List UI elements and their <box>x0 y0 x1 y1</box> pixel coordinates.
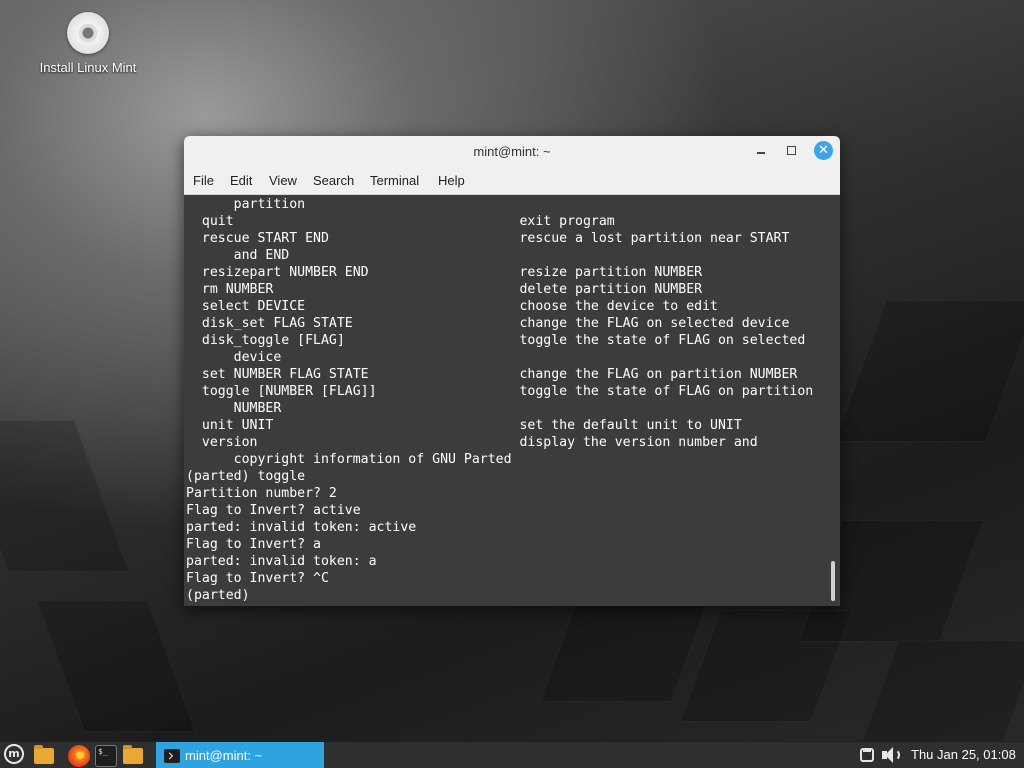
terminal-line: disk_toggle [FLAG] toggle the state of F… <box>186 333 806 348</box>
menu-help[interactable]: Help <box>438 173 465 188</box>
terminal-line: and END <box>186 248 290 263</box>
taskbar-window-item[interactable]: mint@mint: ~ <box>156 742 324 768</box>
window-titlebar[interactable]: mint@mint: ~ ✕ <box>184 136 840 166</box>
terminal-line: parted: invalid token: active <box>186 520 417 535</box>
terminal-line: toggle [NUMBER [FLAG]] toggle the state … <box>186 384 814 399</box>
terminal-line: rescue START END rescue a lost partition… <box>186 231 790 246</box>
terminal-lines: partition quit exit program rescue START… <box>186 196 813 604</box>
background-tile <box>539 590 713 702</box>
terminal-window[interactable]: mint@mint: ~ ✕ File Edit View Search Ter… <box>184 136 840 606</box>
clock[interactable]: Thu Jan 25, 01:08 <box>911 747 1016 762</box>
terminal-line: rm NUMBER delete partition NUMBER <box>186 282 703 297</box>
background-tile <box>35 600 197 732</box>
desktop-icon-label: Install Linux Mint <box>39 60 137 75</box>
terminal-line: set NUMBER FLAG STATE change the FLAG on… <box>186 367 798 382</box>
menu-search[interactable]: Search <box>313 173 354 188</box>
menu-bar: File Edit View Search Terminal Help <box>184 166 840 195</box>
terminal-line: copyright information of GNU Parted <box>186 452 512 467</box>
taskbar-window-label: mint@mint: ~ <box>185 748 263 763</box>
maximize-button[interactable] <box>783 142 801 160</box>
terminal-line: NUMBER <box>186 401 282 416</box>
mint-menu-icon[interactable]: m <box>4 744 24 764</box>
menu-view[interactable]: View <box>269 173 297 188</box>
scrollbar-thumb[interactable] <box>831 561 835 601</box>
terminal-line: Flag to Invert? active <box>186 503 361 518</box>
volume-icon[interactable] <box>882 746 902 764</box>
terminal-line: (parted) toggle <box>186 469 306 484</box>
terminal-output[interactable]: partition quit exit program rescue START… <box>184 195 827 606</box>
terminal-line: partition <box>186 197 306 212</box>
firefox-icon[interactable] <box>68 745 90 767</box>
terminal-line: select DEVICE choose the device to edit <box>186 299 718 314</box>
close-button[interactable]: ✕ <box>814 141 833 160</box>
terminal-line: Partition number? 2 <box>186 486 337 501</box>
background-tile <box>834 300 1024 442</box>
terminal-icon[interactable]: $_ <box>95 745 117 767</box>
terminal-line: quit exit program <box>186 214 615 229</box>
terminal-line: device <box>186 350 282 365</box>
background-tile <box>0 420 130 572</box>
terminal-line: parted: invalid token: a <box>186 554 377 569</box>
window-list-icon[interactable] <box>860 748 874 762</box>
menu-file[interactable]: File <box>193 173 214 188</box>
background-tile <box>861 640 1024 742</box>
menu-edit[interactable]: Edit <box>230 173 252 188</box>
terminal-line: disk_set FLAG STATE change the FLAG on s… <box>186 316 790 331</box>
terminal-scrollbar[interactable] <box>827 195 840 606</box>
terminal-line: (parted) <box>186 588 250 603</box>
terminal-line: resizepart NUMBER END resize partition N… <box>186 265 703 280</box>
desktop-background: Install Linux Mint mint@mint: ~ ✕ File E… <box>0 0 1024 768</box>
terminal-window-icon <box>164 749 180 763</box>
taskbar: m $_ mint@mint: ~ Thu Jan 25, 01:08 <box>0 741 1024 768</box>
disc-icon <box>67 12 109 54</box>
terminal-line: Flag to Invert? ^C <box>186 571 329 586</box>
terminal-line: unit UNIT set the default unit to UNIT <box>186 418 742 433</box>
terminal-line: version display the version number and <box>186 435 758 450</box>
menu-terminal[interactable]: Terminal <box>370 173 419 188</box>
terminal-line: Flag to Invert? a <box>186 537 321 552</box>
files-icon[interactable] <box>123 745 143 764</box>
install-linux-mint-desktop-icon[interactable]: Install Linux Mint <box>28 10 148 80</box>
minimize-button[interactable] <box>752 142 770 160</box>
window-title: mint@mint: ~ <box>473 144 551 159</box>
files-icon[interactable] <box>34 745 54 764</box>
